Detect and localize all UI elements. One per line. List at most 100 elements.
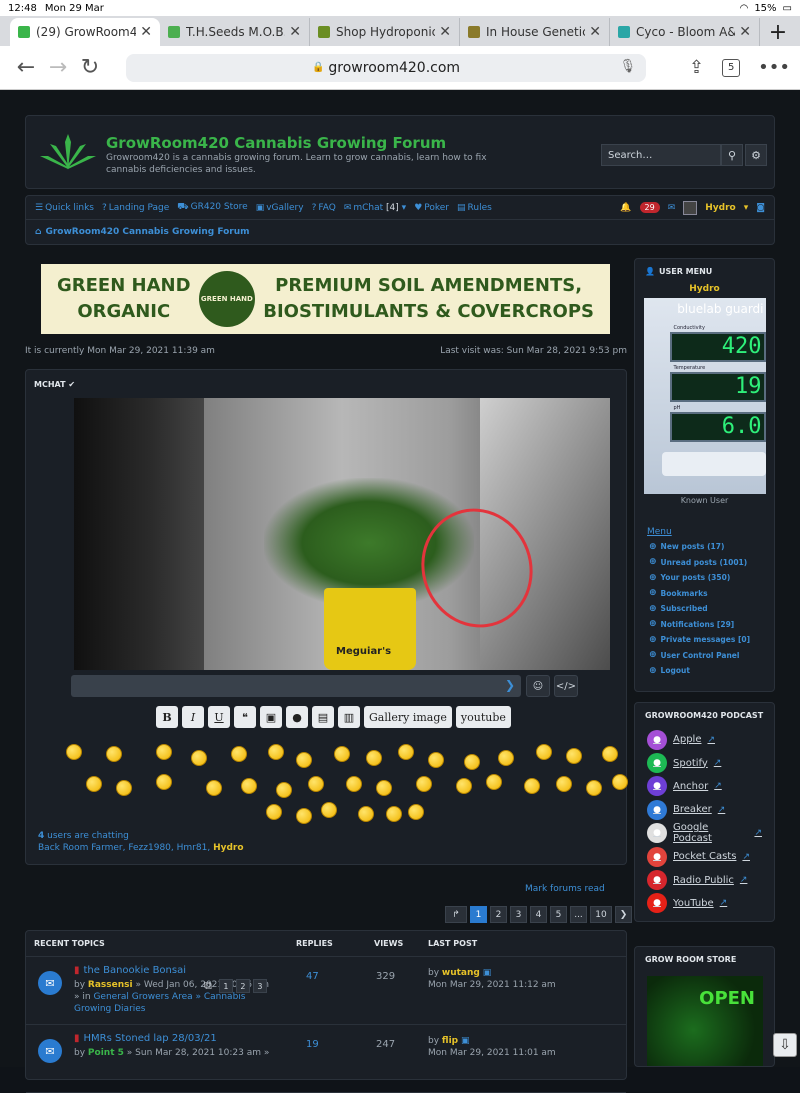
user-menu-item[interactable]: ⊕ User Control Panel: [649, 648, 760, 664]
format-button[interactable]: I: [182, 706, 204, 728]
smiley-icon[interactable]: [408, 804, 424, 820]
smiley-icon[interactable]: [346, 776, 362, 792]
share-icon[interactable]: ⇪: [689, 57, 704, 78]
format-button[interactable]: U: [208, 706, 230, 728]
podcast-link[interactable]: ● Breaker ↗: [635, 798, 774, 821]
quick-links-link[interactable]: ☰ Quick links: [35, 203, 94, 213]
browser-tab[interactable]: In House Genetics ✕: [460, 18, 610, 46]
notification-count[interactable]: 29: [639, 202, 660, 213]
landing-page-link[interactable]: ? Landing Page: [102, 203, 169, 213]
address-field[interactable]: 🔒 growroom420.com 🎙: [126, 53, 646, 82]
smiley-icon[interactable]: [602, 746, 618, 762]
smiley-icon[interactable]: [241, 778, 257, 794]
smiley-icon[interactable]: [156, 744, 172, 760]
smiley-icon[interactable]: [498, 750, 514, 766]
store-link[interactable]: ⛟ GR420 Store: [177, 202, 247, 213]
smiley-icon[interactable]: [416, 776, 432, 792]
ad-banner[interactable]: GREEN HAND ORGANIC GREEN HAND PREMIUM SOI…: [41, 264, 610, 334]
smiley-icon[interactable]: [276, 782, 292, 798]
podcast-link[interactable]: ● YouTube ↗: [635, 892, 774, 915]
browser-tab[interactable]: Shop Hydroponic ✕: [310, 18, 460, 46]
close-icon[interactable]: ✕: [289, 24, 301, 40]
topic-page-button[interactable]: 2: [235, 979, 250, 993]
user-menu-item[interactable]: ⊕ New posts (17): [649, 539, 760, 555]
smiley-icon[interactable]: [86, 776, 102, 792]
topic-page-button[interactable]: 3: [252, 979, 267, 993]
smiley-icon[interactable]: [428, 752, 444, 768]
podcast-link[interactable]: ● Spotify ↗: [635, 751, 774, 774]
smiley-icon[interactable]: [296, 752, 312, 768]
close-icon[interactable]: ✕: [739, 24, 751, 40]
last-post-author[interactable]: flip: [442, 1036, 458, 1046]
user-menu-item[interactable]: ⊕ Notifications [29]: [649, 617, 760, 633]
smiley-icon[interactable]: [231, 746, 247, 762]
podcast-link[interactable]: ● Radio Public ↗: [635, 868, 774, 891]
format-button[interactable]: B: [156, 706, 178, 728]
topic-forum[interactable]: General Growers Area » Cannabis Growing …: [74, 992, 245, 1014]
faq-link[interactable]: ? FAQ: [312, 203, 336, 213]
format-button[interactable]: ▣: [260, 706, 282, 728]
smiley-icon[interactable]: [296, 808, 312, 824]
podcast-link[interactable]: ● Pocket Casts ↗: [635, 845, 774, 868]
chevron-down-icon[interactable]: ▾: [744, 203, 749, 213]
topic-title[interactable]: ▮ HMRs Stoned lap 28/03/21: [74, 1033, 314, 1044]
topic-bubble-icon[interactable]: ✉: [38, 971, 62, 995]
browser-tab[interactable]: T.H.Seeds M.O.B. ✕: [160, 18, 310, 46]
goto-post-icon[interactable]: ▣: [483, 968, 492, 978]
jump-to-page-icon[interactable]: ↱: [445, 906, 467, 923]
smiley-icon[interactable]: [524, 778, 540, 794]
inbox-icon[interactable]: ✉: [668, 203, 676, 213]
smiley-icon[interactable]: [156, 774, 172, 790]
new-tab-button[interactable]: +: [760, 18, 796, 46]
format-button[interactable]: Gallery image: [364, 706, 452, 728]
browser-tab[interactable]: Cyco - Bloom A&B ✕: [610, 18, 760, 46]
username-menu[interactable]: Hydro: [705, 203, 735, 213]
page-button[interactable]: 1: [470, 906, 487, 923]
code-icon[interactable]: </>: [554, 675, 578, 697]
search-input[interactable]: Search…: [601, 144, 721, 166]
smiley-icon[interactable]: [206, 780, 222, 796]
rules-link[interactable]: ▤ Rules: [457, 203, 492, 213]
search-icon[interactable]: ⚲: [721, 144, 743, 166]
smiley-icon[interactable]: [321, 802, 337, 818]
smiley-icon[interactable]: [536, 744, 552, 760]
topic-author[interactable]: Rassensi: [88, 980, 133, 990]
format-button[interactable]: ❝: [234, 706, 256, 728]
smiley-icon[interactable]: [556, 776, 572, 792]
topic-bubble-icon[interactable]: ✉: [38, 1039, 62, 1063]
topic-replies[interactable]: 19: [306, 1039, 319, 1050]
user-menu-item[interactable]: ⊕ Your posts (350): [649, 570, 760, 586]
sidebar-username[interactable]: Hydro: [635, 284, 774, 294]
podcast-link[interactable]: ● Google Podcast ↗: [635, 822, 774, 845]
next-page-icon[interactable]: ❯: [615, 906, 632, 923]
smiley-icon[interactable]: ☺: [526, 675, 550, 697]
chat-image[interactable]: Meguiar's: [74, 398, 610, 670]
chat-user-me[interactable]: Hydro: [213, 843, 243, 853]
scroll-down-button[interactable]: ⇩: [773, 1033, 797, 1057]
smiley-icon[interactable]: [358, 806, 374, 822]
back-icon[interactable]: ←: [10, 55, 42, 80]
page-button[interactable]: 2: [490, 906, 507, 923]
close-icon[interactable]: ✕: [439, 24, 451, 40]
smiley-icon[interactable]: [116, 780, 132, 796]
smiley-icon[interactable]: [386, 806, 402, 822]
format-button[interactable]: youtube: [455, 706, 511, 728]
mark-forums-read-link[interactable]: Mark forums read: [525, 884, 605, 894]
smiley-icon[interactable]: [334, 746, 350, 762]
smiley-icon[interactable]: [464, 754, 480, 770]
smiley-icon[interactable]: [566, 748, 582, 764]
smiley-icon[interactable]: [266, 804, 282, 820]
forward-icon[interactable]: →: [42, 55, 74, 80]
smiley-icon[interactable]: [612, 774, 628, 790]
user-menu-item[interactable]: ⊕ Bookmarks: [649, 586, 760, 602]
smiley-icon[interactable]: [191, 750, 207, 766]
close-icon[interactable]: ✕: [589, 24, 601, 40]
user-menu-item[interactable]: ⊕ Unread posts (1001): [649, 555, 760, 571]
format-button[interactable]: ●: [286, 706, 308, 728]
user-menu-item[interactable]: ⊕ Logout: [649, 663, 760, 679]
store-banner[interactable]: OPEN: [647, 976, 763, 1066]
page-button[interactable]: 5: [550, 906, 567, 923]
user-menu-item[interactable]: ⊕ Subscribed: [649, 601, 760, 617]
tab-count-button[interactable]: 5: [722, 58, 741, 77]
last-post-author[interactable]: wutang: [442, 968, 480, 978]
